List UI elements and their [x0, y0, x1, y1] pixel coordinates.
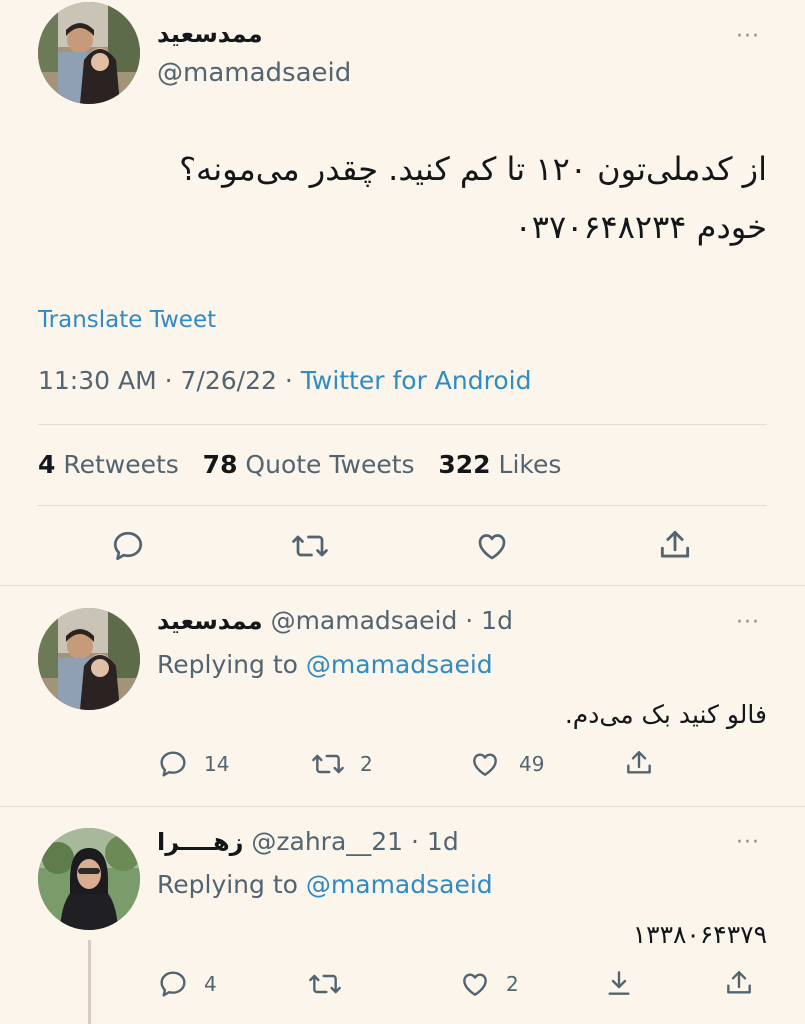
replying-to-label: Replying to	[157, 870, 306, 899]
share-icon[interactable]	[623, 747, 655, 779]
retweets-count: 4	[38, 450, 56, 479]
translate-tweet-link[interactable]: Translate Tweet	[38, 307, 216, 333]
like-icon[interactable]	[459, 968, 491, 1000]
reply-display-name[interactable]: ممدسعید	[157, 607, 263, 635]
reply-icon[interactable]	[110, 528, 146, 564]
likes-stat[interactable]: 322 Likes	[438, 450, 561, 479]
replying-to-handle[interactable]: @mamadsaeid	[306, 870, 493, 899]
quote-tweets-label: Quote Tweets	[245, 450, 415, 479]
avatar[interactable]	[38, 2, 140, 104]
quote-tweets-stat[interactable]: 78 Quote Tweets	[203, 450, 415, 479]
reply-icon[interactable]	[157, 748, 189, 780]
reply-action-bar: 4 2	[157, 968, 777, 1000]
tweet-stats: 4 Retweets 78 Quote Tweets 322 Likes	[38, 450, 561, 479]
reply-avatar[interactable]	[38, 828, 140, 930]
more-options-icon[interactable]: ···	[736, 612, 760, 634]
retweet-icon[interactable]	[310, 748, 346, 780]
share-icon[interactable]	[656, 526, 694, 564]
replying-to: Replying to @mamadsaeid	[157, 650, 493, 679]
reply-text: فالو کنید بک می‌دم.	[564, 700, 767, 729]
like-count: 2	[506, 972, 519, 996]
retweets-label: Retweets	[63, 450, 179, 479]
like-count: 49	[519, 752, 545, 776]
reply-action-bar: 14 2 49	[157, 748, 777, 780]
divider	[38, 424, 767, 425]
reply-header: ممدسعید @mamadsaeid · 1d	[157, 606, 513, 635]
share-icon[interactable]	[723, 967, 755, 999]
tweet-text-line-1: از کدملی‌تون ۱۲۰ تا کم کنید. چقدر می‌مون…	[179, 150, 767, 188]
retweet-count: 2	[360, 752, 373, 776]
retweet-icon[interactable]	[290, 528, 330, 564]
reply-count: 14	[204, 752, 230, 776]
tweet-text-line-2: خودم ۰۳۷۰۶۴۸۲۳۴	[514, 208, 767, 246]
reply-count: 4	[204, 972, 217, 996]
tweet-timestamp[interactable]: 11:30 AM · 7/26/22 ·	[38, 366, 301, 395]
reply-text: ۱۳۳۸۰۶۴۳۷۹	[632, 920, 767, 949]
display-name[interactable]: ممدسعید	[157, 20, 263, 48]
likes-label: Likes	[498, 450, 562, 479]
replying-to-label: Replying to	[157, 650, 306, 679]
user-handle[interactable]: @mamadsaeid	[157, 58, 351, 88]
replying-to-handle[interactable]: @mamadsaeid	[306, 650, 493, 679]
retweet-icon[interactable]	[307, 968, 343, 1000]
reply-avatar[interactable]	[38, 608, 140, 710]
more-options-icon[interactable]: ···	[736, 26, 760, 48]
reply-handle-time[interactable]: @zahra__21 · 1d	[251, 827, 458, 856]
quote-tweets-count: 78	[202, 450, 238, 479]
thread-line	[88, 940, 91, 1024]
tweet-meta: 11:30 AM · 7/26/22 · Twitter for Android	[38, 366, 531, 395]
download-icon[interactable]	[603, 967, 635, 999]
reply-icon[interactable]	[157, 968, 189, 1000]
divider	[0, 806, 805, 807]
divider	[0, 585, 805, 586]
like-icon[interactable]	[474, 528, 510, 564]
like-icon[interactable]	[469, 748, 501, 780]
divider	[38, 505, 767, 506]
retweets-stat[interactable]: 4 Retweets	[38, 450, 179, 479]
more-options-icon[interactable]: ···	[736, 832, 760, 854]
likes-count: 322	[438, 450, 491, 479]
tweet-source-link[interactable]: Twitter for Android	[301, 366, 532, 395]
replying-to: Replying to @mamadsaeid	[157, 870, 493, 899]
reply-header: زهــــرا @zahra__21 · 1d	[157, 827, 459, 856]
reply-display-name[interactable]: زهــــرا	[157, 828, 243, 856]
reply-handle-time[interactable]: @mamadsaeid · 1d	[271, 606, 513, 635]
